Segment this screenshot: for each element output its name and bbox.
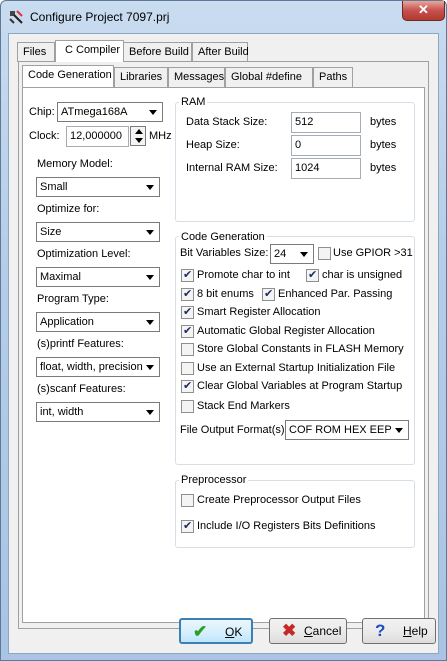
tab-c-compiler[interactable]: C Compiler: [55, 40, 124, 62]
chip-select[interactable]: ATmega168A: [57, 102, 163, 122]
smart-register-label: Smart Register Allocation: [197, 306, 321, 318]
bit-enums-checkbox[interactable]: [181, 287, 194, 301]
heap-size-unit: bytes: [370, 139, 397, 151]
tab-global-define[interactable]: Global #define: [225, 67, 313, 87]
use-gpior-label: Use GPIOR >31: [333, 247, 413, 259]
clear-globals-label: Clear Global Variables at Program Startu…: [197, 380, 403, 392]
chevron-down-icon: [144, 271, 156, 283]
external-init-checkbox[interactable]: [181, 362, 194, 375]
chevron-down-icon: [144, 226, 156, 238]
preprocessor-output-label: Create Preprocessor Output Files: [197, 494, 361, 506]
store-flash-label: Store Global Constants in FLASH Memory: [197, 343, 404, 355]
tab-messages[interactable]: Messages: [168, 67, 225, 87]
scanf-features-label: (s)scanf Features:: [37, 383, 126, 395]
optimize-for-select[interactable]: Size: [36, 222, 160, 242]
output-format-select[interactable]: COF ROM HEX EEP: [285, 420, 409, 440]
chevron-down-icon: [144, 361, 156, 373]
heap-size-label: Heap Size:: [186, 139, 240, 151]
window-title: Configure Project 7097.prj: [30, 10, 170, 24]
ram-group-title: RAM: [179, 96, 208, 108]
cancel-button[interactable]: ✖ Cancel: [269, 618, 347, 644]
tab-after-build[interactable]: After Build: [192, 42, 249, 62]
close-icon: ✕: [418, 2, 429, 17]
chevron-down-icon: [298, 248, 310, 260]
store-flash-checkbox[interactable]: [181, 343, 194, 356]
clock-unit: MHz: [149, 130, 172, 142]
clock-input[interactable]: 12,000000: [66, 126, 129, 147]
question-icon: ?: [375, 621, 386, 640]
promote-char-checkbox[interactable]: [181, 268, 194, 282]
ok-button[interactable]: ✔ OK: [179, 618, 253, 644]
preprocessor-group: [175, 480, 415, 548]
tab-code-generation[interactable]: Code Generation: [22, 65, 114, 87]
close-button[interactable]: ✕: [402, 1, 445, 21]
check-icon: ✔: [193, 622, 208, 641]
chip-label: Chip:: [29, 106, 55, 118]
clock-spinner[interactable]: [130, 126, 146, 146]
heap-size-input[interactable]: 0: [291, 135, 361, 156]
output-format-label: File Output Format(s):: [180, 424, 288, 436]
auto-global-register-checkbox[interactable]: [181, 324, 194, 338]
tab-files[interactable]: Files: [17, 42, 55, 62]
optimize-for-label: Optimize for:: [37, 203, 100, 215]
clock-label: Clock:: [29, 130, 60, 142]
char-unsigned-checkbox[interactable]: [306, 268, 319, 282]
bit-variables-label: Bit Variables Size:: [180, 247, 269, 259]
memory-model-select[interactable]: Small: [36, 177, 160, 197]
code-generation-group-title: Code Generation: [179, 231, 267, 243]
data-stack-input[interactable]: 512: [291, 112, 361, 133]
internal-ram-unit: bytes: [370, 162, 397, 174]
tab-before-build[interactable]: Before Build: [123, 42, 192, 62]
x-icon: ✖: [282, 621, 297, 640]
scanf-features-select[interactable]: int, width: [36, 402, 160, 422]
promote-char-label: Promote char to int: [197, 269, 290, 281]
clear-globals-checkbox[interactable]: [181, 379, 194, 393]
char-unsigned-label: char is unsigned: [322, 269, 403, 281]
preprocessor-output-checkbox[interactable]: [181, 494, 194, 507]
chevron-down-icon: [144, 406, 156, 418]
enhanced-par-checkbox[interactable]: [262, 287, 275, 301]
dialog-client: Files C Compiler Before Build After Buil…: [8, 33, 439, 654]
tab-paths[interactable]: Paths: [313, 67, 353, 87]
chevron-down-icon: [144, 181, 156, 193]
chevron-down-icon: [393, 424, 405, 436]
preprocessor-group-title: Preprocessor: [179, 474, 249, 486]
tab-libraries[interactable]: Libraries: [114, 67, 168, 87]
bit-enums-label: 8 bit enums: [197, 288, 254, 300]
chevron-down-icon: [147, 106, 159, 118]
stack-end-markers-checkbox[interactable]: [181, 400, 194, 413]
internal-ram-input[interactable]: 1024: [291, 158, 361, 179]
external-init-label: Use an External Startup Initialization F…: [197, 362, 396, 374]
program-type-label: Program Type:: [37, 293, 109, 305]
internal-ram-label: Internal RAM Size:: [186, 162, 278, 174]
memory-model-label: Memory Model:: [37, 158, 113, 170]
stack-end-markers-label: Stack End Markers: [197, 400, 290, 412]
bit-variables-select[interactable]: 24: [270, 244, 314, 264]
optimization-level-select[interactable]: Maximal: [36, 267, 160, 287]
chevron-down-icon: [144, 316, 156, 328]
printf-features-label: (s)printf Features:: [37, 338, 124, 350]
program-type-select[interactable]: Application: [36, 312, 160, 332]
data-stack-unit: bytes: [370, 116, 397, 128]
use-gpior-checkbox[interactable]: [318, 247, 331, 260]
configure-project-window: Configure Project 7097.prj ✕ Files C Com…: [0, 0, 447, 661]
include-io-checkbox[interactable]: [181, 519, 194, 533]
include-io-label: Include I/O Registers Bits Definitions: [197, 520, 376, 532]
smart-register-checkbox[interactable]: [181, 305, 194, 319]
enhanced-par-label: Enhanced Par. Passing: [278, 288, 393, 300]
help-button[interactable]: ? Help: [362, 618, 436, 644]
optimization-level-label: Optimization Level:: [37, 248, 131, 260]
data-stack-label: Data Stack Size:: [186, 116, 268, 128]
title-bar: Configure Project 7097.prj ✕: [1, 1, 446, 33]
auto-global-register-label: Automatic Global Register Allocation: [197, 325, 375, 337]
printf-features-select[interactable]: float, width, precision: [36, 357, 160, 377]
app-icon: [9, 10, 23, 24]
